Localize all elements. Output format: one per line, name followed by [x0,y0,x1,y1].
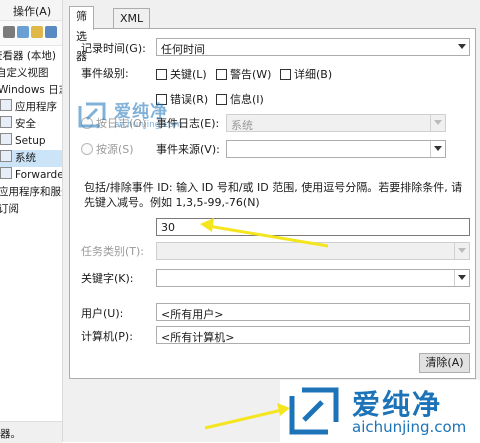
watermark-url: aichunjing.com [114,120,183,130]
watermark-brand-large: 爱纯净 [352,388,443,421]
computer-label: 计算机(P): [81,330,133,343]
toolbar [0,21,62,46]
menu-bar: 操作(A) [0,0,62,21]
by-source-radio[interactable]: 按源(S) [81,141,134,157]
checkbox-box [156,68,167,80]
tab-filter[interactable]: 筛选器 [69,6,94,63]
task-category-dropdown[interactable] [156,242,470,260]
watermark-url-large: aichunjing.com [352,418,467,436]
info-checkbox[interactable]: 信息(I) [216,91,264,107]
log-icon [0,133,12,145]
logged-value: 任何时间 [161,43,205,56]
chevron-down-icon [458,275,466,280]
watermark-large: 爱纯净 aichunjing.com [280,380,480,442]
user-input[interactable]: <所有用户> [156,303,470,321]
properties-icon[interactable] [31,26,43,38]
chevron-down-icon [434,120,442,125]
tree-item-system[interactable]: 系统 [0,150,62,167]
status-bar: 器。 [0,421,62,443]
checkbox-box [216,68,227,80]
event-id-description: 包括/排除事件 ID: 输入 ID 号和/或 ID 范围, 使用逗号分隔。若要排… [84,181,463,209]
filter-dialog: 筛选器 XML 记录时间(G): 任何时间 事件级别: 关键(L) 警告(W) … [63,0,480,442]
tree-item-root[interactable]: 查看器 (本地) [0,48,62,65]
back-icon[interactable] [3,26,15,38]
tab-xml[interactable]: XML [113,8,151,29]
event-level-label: 事件级别: [81,67,129,80]
event-log-value: 系统 [231,119,253,132]
clear-button[interactable]: 清除(A) [419,353,470,373]
log-icon [0,116,12,128]
tree-item-security[interactable]: 安全 [0,116,62,133]
event-id-input[interactable]: 30 [156,218,470,236]
tree-item-forwarded[interactable]: Forwarded [0,167,62,184]
event-log-dropdown[interactable]: 系统 [226,114,446,132]
logged-dropdown[interactable]: 任何时间 [156,38,470,56]
menu-action[interactable]: 操作(A) [13,3,51,19]
log-icon [0,167,12,179]
navigation-tree: 查看器 (本地) 自定义视图 Windows 日志 应用程序 安全 Setup … [0,48,62,218]
status-text: 器。 [0,428,21,440]
watermark-brand: 爱纯净 [114,102,168,122]
tree-item-app-services[interactable]: 应用程序和服务 [0,184,62,201]
filter-panel: 记录时间(G): 任何时间 事件级别: 关键(L) 警告(W) 详细(B) 错误… [69,28,476,379]
computer-value: <所有计算机> [161,331,235,344]
tree-item-custom-views[interactable]: 自定义视图 [0,65,62,82]
help-icon[interactable] [45,26,57,38]
event-source-label: 事件来源(V): [156,143,220,156]
checkbox-box [216,93,227,105]
event-viewer-window: 操作(A) 查看器 (本地) 自定义视图 Windows 日志 应用程序 安全 … [0,0,63,443]
keywords-label: 关键字(K): [81,272,134,285]
chevron-down-icon [434,146,442,151]
brand-logo-icon [289,387,339,435]
critical-checkbox[interactable]: 关键(L) [156,66,207,82]
chevron-down-icon [458,248,466,253]
chevron-down-icon [458,44,466,49]
radio-dot [81,143,93,155]
brand-logo-icon [78,102,106,128]
watermark-small: 爱纯净 aichunjing.com [78,98,188,138]
tree-item-application[interactable]: 应用程序 [0,99,62,116]
tree-item-subscriptions[interactable]: 订阅 [0,201,62,218]
computer-input[interactable]: <所有计算机> [156,326,470,344]
tree-item-setup[interactable]: Setup [0,133,62,150]
keywords-dropdown[interactable] [156,269,470,287]
user-value: <所有用户> [161,308,224,321]
tree-item-windows-logs[interactable]: Windows 日志 [0,82,62,99]
user-label: 用户(U): [81,307,124,320]
task-category-label: 任务类别(T): [81,245,145,258]
verbose-checkbox[interactable]: 详细(B) [280,66,332,82]
event-source-dropdown[interactable] [226,140,446,158]
warning-checkbox[interactable]: 警告(W) [216,66,271,82]
logged-label: 记录时间(G): [81,42,146,55]
event-id-value: 30 [161,221,175,234]
log-icon [0,150,12,162]
checkbox-box [280,68,291,80]
log-icon [0,99,12,111]
folder-icon[interactable] [17,26,29,38]
